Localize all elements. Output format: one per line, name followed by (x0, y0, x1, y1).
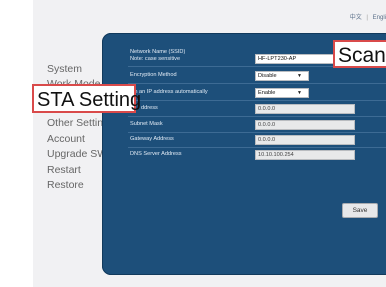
encryption-value: Disable (258, 73, 277, 79)
lang-chinese-link[interactable]: 中文 (350, 15, 362, 21)
save-button[interactable]: Save (342, 203, 378, 218)
obtain-ip-select[interactable]: Enable ▼ (255, 88, 309, 98)
obtain-ip-label: ain an IP address automatically (130, 89, 208, 95)
ip-address-label: ddress (141, 105, 158, 111)
subnet-label: Subnet Mask (130, 121, 163, 127)
network-name-label: Network Name (SSID) Note: case sensitive (130, 49, 186, 62)
sidebar-item-other-setting[interactable]: Other Setting (47, 116, 109, 132)
network-name-note: Note: case sensitive (130, 56, 181, 62)
scan-callout[interactable]: Scan (333, 40, 386, 68)
gateway-input[interactable]: 0.0.0.0 (255, 135, 355, 145)
sidebar-item-restore[interactable]: Restore (47, 178, 109, 194)
dns-input[interactable]: 10.10.100.254 (255, 150, 355, 160)
lang-english-link[interactable]: Engli (373, 15, 386, 21)
ip-address-input[interactable]: 0.0.0.0 (255, 104, 355, 114)
chevron-down-icon: ▼ (297, 73, 302, 79)
sidebar-item-upgrade-sw[interactable]: Upgrade SW (47, 147, 109, 163)
subnet-input[interactable]: 0.0.0.0 (255, 120, 355, 130)
row-divider (128, 100, 386, 101)
sidebar-item-account[interactable]: Account (47, 132, 109, 148)
chevron-down-icon: ▼ (297, 90, 302, 96)
sidebar-item-restart[interactable]: Restart (47, 163, 109, 179)
encryption-label: Encryption Method (130, 72, 177, 78)
row-divider (128, 132, 386, 133)
language-switcher: 中文 | Engli (350, 12, 386, 21)
obtain-ip-value: Enable (258, 90, 276, 96)
sidebar-item-system[interactable]: System (47, 62, 109, 78)
row-divider (128, 116, 386, 117)
encryption-select[interactable]: Disable ▼ (255, 71, 309, 81)
network-name-input[interactable]: HF-LPT230-AP (255, 54, 337, 64)
row-divider (128, 147, 386, 148)
dns-label: DNS Server Address (130, 151, 182, 157)
sta-setting-callout[interactable]: STA Setting (32, 84, 141, 113)
lang-separator: | (366, 15, 368, 21)
row-divider (128, 83, 386, 84)
gateway-label: Gateway Address (130, 136, 174, 142)
